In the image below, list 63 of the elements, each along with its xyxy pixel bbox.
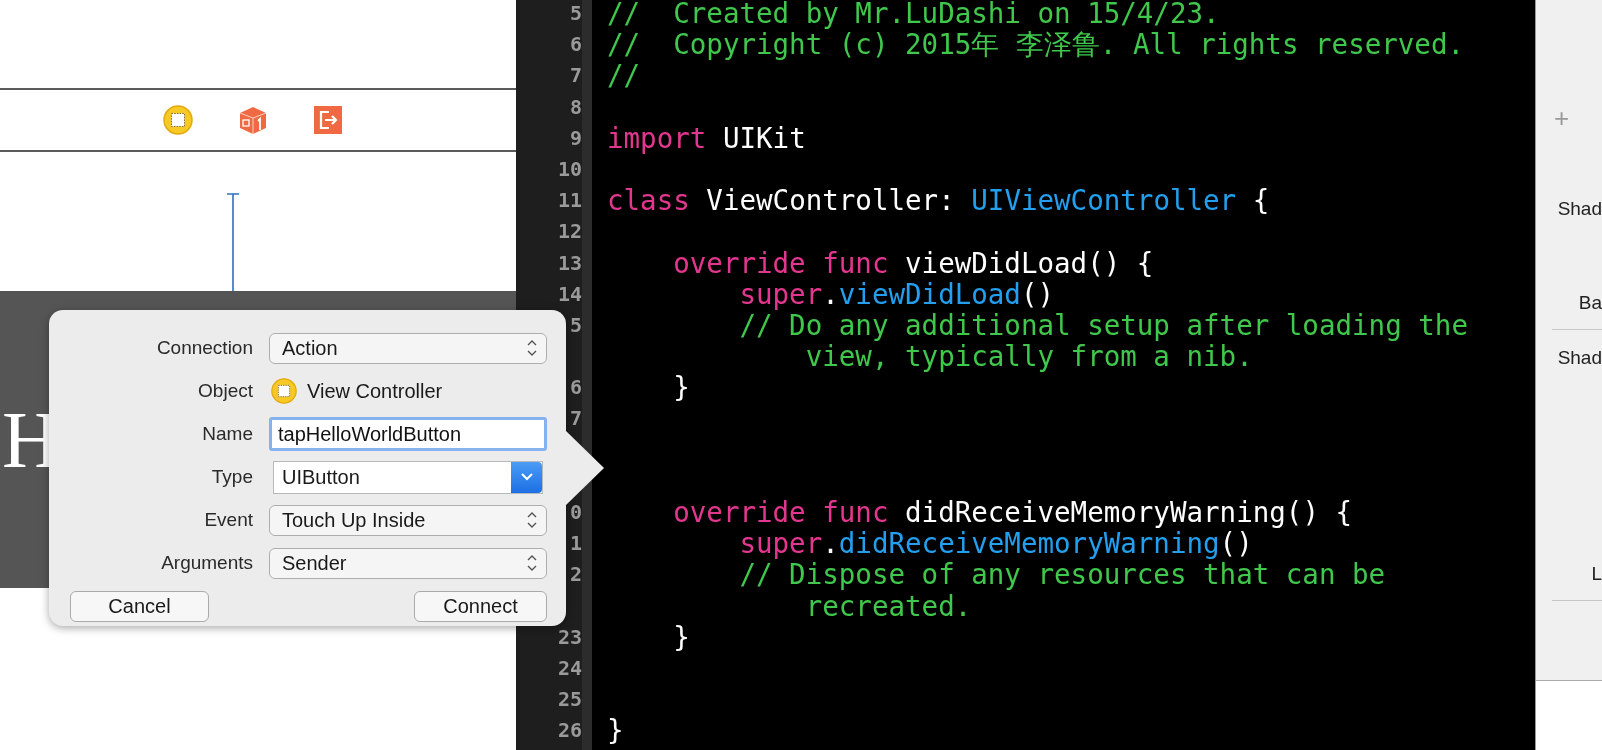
popup-button[interactable]: Action <box>269 332 547 364</box>
line-number: 12 <box>557 219 582 244</box>
inspector-label: Shad <box>1557 198 1602 220</box>
field-label: Type <box>210 466 253 488</box>
cancel-button[interactable]: Cancel <box>70 591 209 622</box>
inspector-label: L <box>1591 563 1602 585</box>
code-line: } <box>607 714 624 747</box>
line-number: 0 <box>569 500 582 524</box>
line-number: 11 <box>557 188 582 213</box>
code-line: override func viewDidLoad() { <box>672 246 1154 279</box>
line-number: 25 <box>557 687 582 712</box>
inspector-label: Ba <box>1578 292 1602 314</box>
line-number: 24 <box>557 655 582 680</box>
line-number: 13 <box>557 250 582 275</box>
popup-button[interactable]: Touch Up Inside <box>269 504 547 536</box>
cube-icon[interactable] <box>238 105 268 135</box>
inspector-label: Shad <box>1557 347 1602 369</box>
exit-icon[interactable] <box>313 105 343 135</box>
code-line: recreated. <box>805 589 972 622</box>
view-controller-icon[interactable] <box>163 105 193 135</box>
constraint-line[interactable] <box>226 193 240 291</box>
line-number: 14 <box>557 281 582 306</box>
line-number: 26 <box>557 718 582 743</box>
code-line: // Copyright (c) 2015年 李泽鲁. All rights reserved. <box>607 28 1465 61</box>
object-name: View Controller <box>307 379 443 403</box>
line-number: 7 <box>569 63 582 88</box>
code-line: import UIKit <box>607 121 806 154</box>
line-number: 2 <box>569 562 582 587</box>
name-field[interactable]: tapHelloWorldButton <box>269 417 547 451</box>
code-line: view, typically from a nib. <box>804 340 1253 373</box>
code-editor[interactable] <box>592 0 1535 750</box>
line-number: 9 <box>569 125 582 150</box>
up-down-chevron-icon <box>526 553 538 573</box>
line-number: 1 <box>569 531 582 556</box>
code-line: } <box>672 371 690 404</box>
up-down-chevron-icon <box>526 338 538 358</box>
up-down-chevron-icon <box>526 510 538 530</box>
code-line: override func didReceiveMemoryWarning() { <box>672 496 1353 528</box>
view-controller-icon <box>271 378 297 404</box>
code-line: // Dispose of any resources that can be <box>738 558 1386 591</box>
code-line: super.viewDidLoad() <box>738 277 1055 310</box>
line-number: 8 <box>569 94 582 119</box>
line-number: 6 <box>569 375 582 400</box>
type-combo-box[interactable]: UIButton <box>273 460 543 494</box>
code-line: // Created by Mr.LuDashi on 15/4/23. <box>607 0 1220 29</box>
line-number: 10 <box>557 156 582 181</box>
field-label: Event <box>203 509 253 531</box>
chevron-down-icon <box>519 472 534 482</box>
line-number: 7 <box>569 406 582 431</box>
code-line: super.didReceiveMemoryWarning() <box>738 527 1253 560</box>
connect-button[interactable]: Connect <box>414 591 547 622</box>
line-number: 5 <box>569 312 582 337</box>
field-label: Arguments <box>160 552 253 574</box>
field-label: Object <box>197 380 253 402</box>
popup-button[interactable]: Sender <box>269 547 547 579</box>
code-line: class ViewController: UIViewController { <box>607 184 1270 217</box>
line-number: 23 <box>557 624 582 649</box>
field-label: Name <box>201 423 253 445</box>
line-number: 6 <box>569 32 582 57</box>
line-number: 5 <box>569 1 582 25</box>
field-label: Connection <box>155 337 253 359</box>
code-line: // <box>607 59 641 92</box>
code-line: } <box>672 620 690 653</box>
